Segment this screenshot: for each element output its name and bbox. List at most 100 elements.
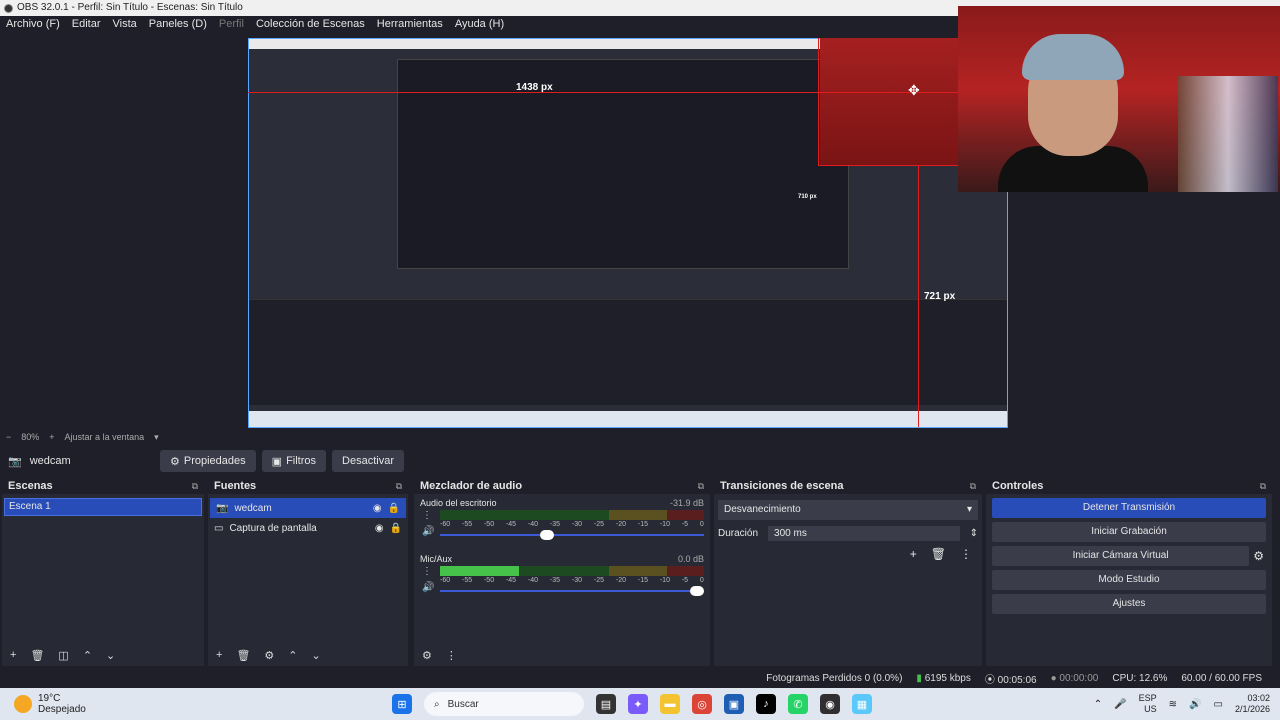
duration-input[interactable]: 300 ms (768, 526, 960, 541)
menu-ayuda[interactable]: Ayuda (H) (449, 16, 510, 32)
start-virtual-cam-button[interactable]: Iniciar Cámara Virtual (992, 546, 1250, 566)
gear-icon[interactable]: ⚙ (1253, 549, 1272, 563)
mic-icon[interactable]: 🎤 (1114, 699, 1126, 710)
webcam-video[interactable] (958, 6, 1280, 192)
meter-tick-label: -15 (637, 577, 648, 584)
filters-button[interactable]: ▣ Filtros (261, 450, 327, 472)
scene-item[interactable]: Escena 1 (4, 498, 202, 516)
language-indicator[interactable]: ESP US (1139, 693, 1157, 715)
spinner-icon[interactable]: ⇕ (970, 528, 978, 539)
menu-perfil[interactable]: Perfil (213, 16, 250, 32)
obs-icon[interactable]: ◉ (820, 694, 840, 714)
chevron-down-icon[interactable]: ⌄ (106, 649, 115, 662)
virtual-cam-row: Iniciar Cámara Virtual ⚙ (986, 542, 1272, 566)
gear-icon[interactable]: ⚙ (264, 649, 274, 662)
mixer-channel-mic: Mic/Aux 0.0 dB ⋮ 🔊 -60 -55 -50 -45 -40 -35 -30 -2… (414, 550, 710, 596)
undock-icon[interactable]: ⧉ (396, 481, 402, 492)
transition-selected: Desvanecimiento (724, 504, 801, 515)
source-item-captura[interactable]: ▭ Captura de pantalla ◉ 🔒 (208, 518, 408, 538)
menu-archivo[interactable]: Archivo (F) (0, 16, 66, 32)
windows-start-icon[interactable]: ⊞ (392, 694, 412, 714)
chrome-icon[interactable]: ◎ (692, 694, 712, 714)
copilot-icon[interactable]: ✦ (628, 694, 648, 714)
undock-icon[interactable]: ⧉ (970, 481, 976, 492)
chevron-up-icon[interactable]: ⌃ (1094, 699, 1102, 710)
stop-stream-button[interactable]: Detener Transmisión (992, 498, 1266, 518)
meter-tick-label: -55 (461, 577, 473, 584)
volume-slider[interactable] (440, 530, 704, 540)
studio-mode-button[interactable]: Modo Estudio (992, 570, 1266, 590)
filter-icon[interactable]: ◫ (58, 649, 68, 662)
guide-line-horizontal (248, 92, 958, 93)
broadcast-icon: ⦿ (984, 674, 995, 686)
speaker-icon[interactable]: 🔊 (422, 580, 434, 596)
tiktok-icon[interactable]: ♪ (756, 694, 776, 714)
chevron-down-icon[interactable]: ⌄ (312, 649, 321, 662)
trash-icon[interactable]: 🗑 (30, 649, 44, 662)
add-icon[interactable]: + (910, 547, 917, 561)
slider-knob[interactable] (539, 530, 554, 540)
chevron-down-icon: ▾ (966, 504, 972, 515)
app-icon[interactable]: ▣ (724, 694, 744, 714)
chevron-up-icon[interactable]: ⌃ (288, 649, 297, 662)
settings-button[interactable]: Ajustes (992, 594, 1266, 614)
properties-button[interactable]: ⚙ Propiedades (160, 450, 256, 472)
source-item-wedcam[interactable]: 📷 wedcam ◉ 🔒 (210, 498, 406, 518)
app-icon-2[interactable]: ▦ (852, 694, 872, 714)
transitions-header: Transiciones de escena ⧉ (714, 478, 982, 494)
status-bar: Fotogramas Perdidos 0 (0.0%) ▮ 6195 kbps… (0, 668, 1280, 688)
bitrate-value: 6195 kbps (924, 672, 971, 684)
add-icon[interactable]: + (10, 649, 16, 661)
clock[interactable]: 03:02 2/1/2026 (1235, 693, 1270, 715)
zoom-level: 80% (21, 432, 40, 442)
start-recording-button[interactable]: Iniciar Grabación (992, 522, 1266, 542)
menu-herramientas[interactable]: Herramientas (371, 16, 449, 32)
undock-icon[interactable]: ⧉ (192, 481, 198, 492)
gear-icon: ⚙ (170, 455, 180, 468)
kebab-menu-icon[interactable]: ⋮ (446, 649, 457, 662)
lock-icon[interactable]: 🔒 (390, 523, 402, 534)
weather-widget[interactable]: 19°C Despejado (0, 693, 392, 715)
kebab-menu-icon[interactable]: ⋮ (422, 508, 434, 524)
trash-icon[interactable]: 🗑 (236, 649, 250, 662)
whatsapp-icon[interactable]: ✆ (788, 694, 808, 714)
eye-icon[interactable]: ◉ (373, 503, 382, 514)
meter-tick-label: -45 (505, 521, 517, 528)
measure-small-label: 710 px (798, 194, 817, 200)
transition-select[interactable]: Desvanecimiento ▾ (718, 500, 978, 520)
speaker-icon[interactable]: 🔊 (422, 524, 434, 540)
menu-vista[interactable]: Vista (107, 16, 143, 32)
undock-icon[interactable]: ⧉ (698, 481, 704, 492)
battery-icon[interactable]: ▭ (1214, 699, 1223, 710)
taskbar-search[interactable]: ⌕ Buscar (424, 692, 584, 716)
slider-knob[interactable] (690, 586, 704, 596)
deactivate-button[interactable]: Desactivar (332, 450, 404, 472)
zoom-in-button[interactable]: + (49, 432, 54, 442)
wifi-icon[interactable]: ≋ (1169, 699, 1177, 710)
volume-icon[interactable]: 🔊 (1189, 699, 1201, 710)
kebab-menu-icon[interactable]: ⋮ (960, 547, 972, 561)
scenes-dock: Escenas ⧉ Escena 1 + 🗑 ◫ ⌃ ⌄ (2, 478, 204, 666)
file-explorer-icon[interactable]: ▬ (660, 694, 680, 714)
task-view-icon[interactable]: ▤ (596, 694, 616, 714)
add-icon[interactable]: + (216, 649, 222, 661)
menu-coleccion-escenas[interactable]: Colección de Escenas (250, 16, 371, 32)
trash-icon[interactable]: 🗑 (931, 547, 946, 561)
fit-window-label[interactable]: Ajustar a la ventana (65, 432, 145, 442)
eye-icon[interactable]: ◉ (375, 523, 384, 534)
kebab-menu-icon[interactable]: ⋮ (422, 564, 434, 580)
webcam-source-selected[interactable] (820, 38, 960, 166)
window-title: OBS 32.0.1 - Perfil: Sin Título - Escena… (17, 2, 243, 13)
selected-source-name: wedcam (29, 455, 71, 467)
volume-slider[interactable] (440, 586, 704, 596)
menu-editar[interactable]: Editar (66, 16, 107, 32)
chevron-up-icon[interactable]: ⌃ (83, 649, 92, 662)
zoom-out-button[interactable]: − (6, 432, 11, 442)
undock-icon[interactable]: ⧉ (1260, 481, 1266, 492)
meter-tick-label: -25 (593, 521, 605, 528)
lock-icon[interactable]: 🔒 (388, 503, 400, 514)
zoom-dropdown-icon[interactable]: ▾ (154, 432, 159, 443)
advanced-audio-icon[interactable]: ⚙ (422, 649, 432, 662)
meter-tick-label: -25 (593, 577, 605, 584)
menu-paneles[interactable]: Paneles (D) (143, 16, 213, 32)
